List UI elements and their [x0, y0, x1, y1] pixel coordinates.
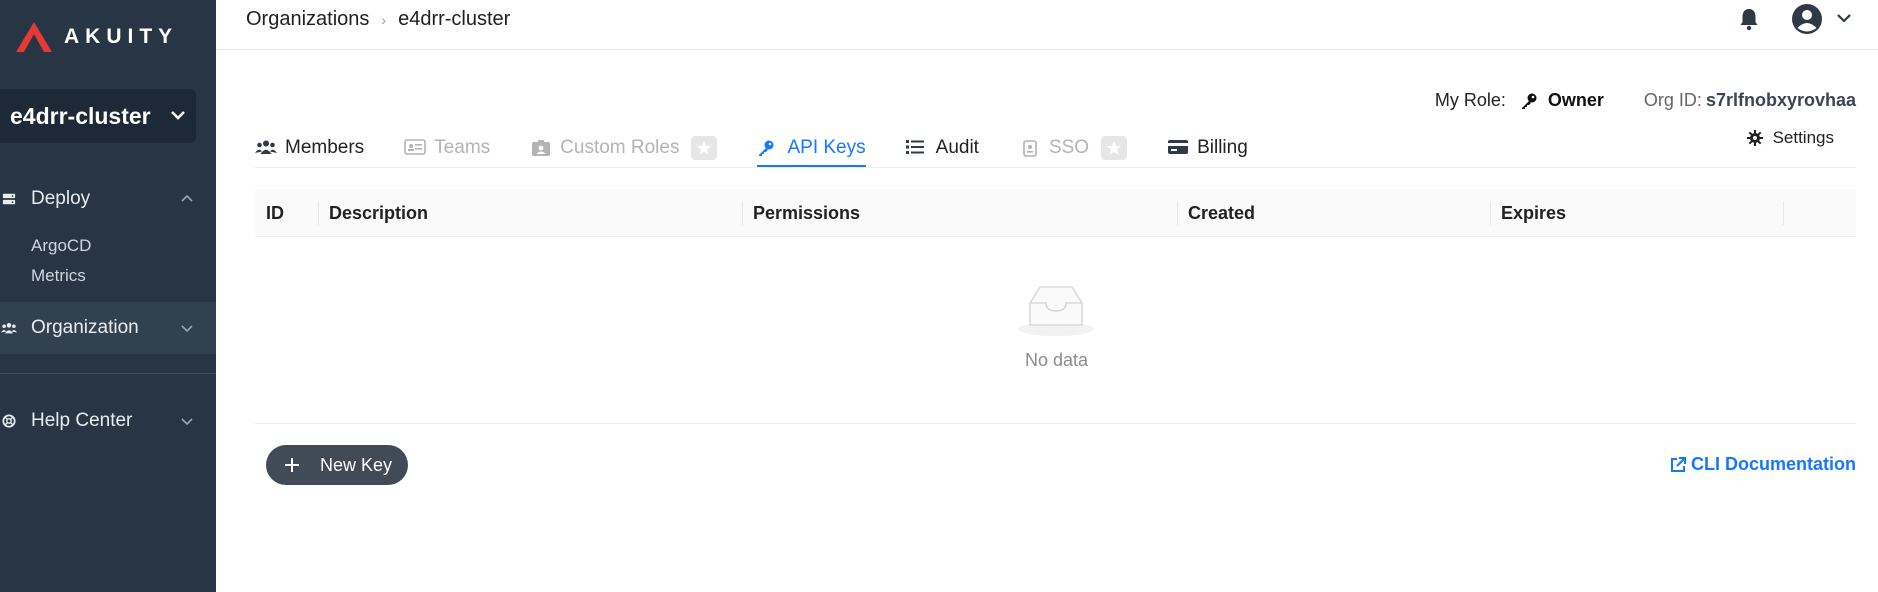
tab-api-keys[interactable]: API Keys	[757, 126, 866, 168]
chevron-down-icon	[181, 325, 193, 333]
role-info: My Role: Owner Org ID: s7rlfnobxyrovhaa	[1435, 90, 1856, 111]
lifebuoy-icon	[0, 412, 18, 430]
sidebar-item-argocd[interactable]: ArgoCD	[31, 236, 91, 256]
new-key-label: New Key	[320, 454, 393, 475]
badge-icon	[530, 139, 552, 157]
chevron-up-icon	[181, 194, 193, 202]
org-id-value[interactable]: s7rlfnobxyrovhaa	[1706, 90, 1856, 111]
users-icon	[0, 319, 18, 337]
plus-icon	[285, 458, 299, 472]
badge-icon	[1019, 139, 1041, 157]
tab-label: Teams	[434, 137, 491, 158]
role-label: My Role:	[1434, 90, 1506, 110]
breadcrumb-separator-icon: ›	[381, 11, 387, 28]
sidebar-item-organization[interactable]: Organization	[0, 302, 216, 354]
list-icon	[905, 139, 928, 157]
column-header-id: ID	[266, 202, 284, 223]
star-icon	[1101, 136, 1128, 160]
column-header-expires: Expires	[1490, 189, 1783, 237]
table-divider	[255, 423, 1856, 424]
sidebar: AKUITY e4drr-cluster Deploy ArgoCD Metri…	[0, 0, 216, 592]
brand-name: AKUITY	[64, 25, 179, 48]
tab-label: Billing	[1197, 137, 1248, 158]
tab-label: API Keys	[787, 137, 866, 158]
column-header-actions	[1783, 189, 1856, 237]
org-tabs: Members Teams Custom Roles API Keys Audi…	[255, 126, 1288, 168]
breadcrumb: Organizations › e4drr-cluster	[246, 8, 510, 31]
breadcrumb-organizations[interactable]: Organizations	[246, 8, 369, 31]
sidebar-item-help-center[interactable]: Help Center	[0, 408, 216, 434]
settings-link[interactable]: Settings	[1746, 128, 1834, 148]
chevron-down-icon	[171, 111, 185, 120]
new-key-button[interactable]: New Key	[266, 445, 408, 485]
tab-audit[interactable]: Audit	[905, 126, 979, 168]
top-bar: Organizations › e4drr-cluster	[216, 0, 1878, 50]
column-header-description: Description	[318, 189, 742, 237]
server-icon	[0, 190, 18, 208]
empty-state-text: No data	[1025, 350, 1089, 370]
tab-sso[interactable]: SSO	[1019, 126, 1128, 168]
key-icon	[757, 139, 779, 157]
tab-label: Audit	[935, 137, 979, 158]
tab-custom-roles[interactable]: Custom Roles	[530, 126, 718, 168]
cluster-selector[interactable]: e4drr-cluster	[0, 89, 196, 143]
tab-label: SSO	[1048, 137, 1090, 158]
gear-icon	[1746, 130, 1763, 146]
breadcrumb-cluster: e4drr-cluster	[398, 8, 511, 30]
sidebar-item-metrics[interactable]: Metrics	[31, 266, 86, 286]
star-icon	[691, 136, 718, 160]
column-header-created: Created	[1177, 189, 1490, 237]
org-id-label: Org ID:	[1643, 90, 1702, 110]
chevron-down-icon[interactable]	[1836, 12, 1852, 24]
tabs-divider	[255, 167, 1856, 168]
akuity-logo[interactable]: AKUITY	[14, 20, 178, 54]
sidebar-divider	[0, 373, 216, 374]
api-keys-table-header: ID Description Permissions Created Expir…	[255, 189, 1856, 237]
bell-icon[interactable]	[1738, 7, 1760, 31]
sidebar-item-deploy[interactable]: Deploy	[0, 186, 216, 212]
sidebar-item-label: Help Center	[31, 410, 133, 431]
tab-teams[interactable]: Teams	[404, 126, 490, 168]
settings-label: Settings	[1772, 128, 1834, 147]
column-header-permissions: Permissions	[742, 189, 1177, 237]
sidebar-item-label: Deploy	[31, 188, 91, 209]
id-card-icon	[404, 139, 426, 157]
tab-label: Custom Roles	[560, 137, 680, 158]
tab-members[interactable]: Members	[255, 126, 364, 168]
tab-label: Members	[285, 137, 365, 158]
key-icon	[1521, 93, 1537, 109]
empty-inbox-icon	[1018, 286, 1094, 336]
sidebar-item-label: Organization	[31, 317, 139, 338]
cli-documentation-link[interactable]: CLI Documentation	[1669, 454, 1856, 475]
user-avatar-icon[interactable]	[1791, 3, 1823, 35]
credit-card-icon	[1167, 139, 1189, 157]
tab-billing[interactable]: Billing	[1167, 126, 1248, 168]
akuity-logo-icon	[16, 22, 52, 52]
users-icon	[255, 139, 277, 157]
role-value: Owner	[1547, 90, 1604, 110]
cluster-name: e4drr-cluster	[10, 102, 151, 129]
external-link-icon	[1671, 456, 1686, 472]
cli-documentation-label: CLI Documentation	[1691, 454, 1856, 474]
chevron-down-icon	[181, 418, 193, 426]
